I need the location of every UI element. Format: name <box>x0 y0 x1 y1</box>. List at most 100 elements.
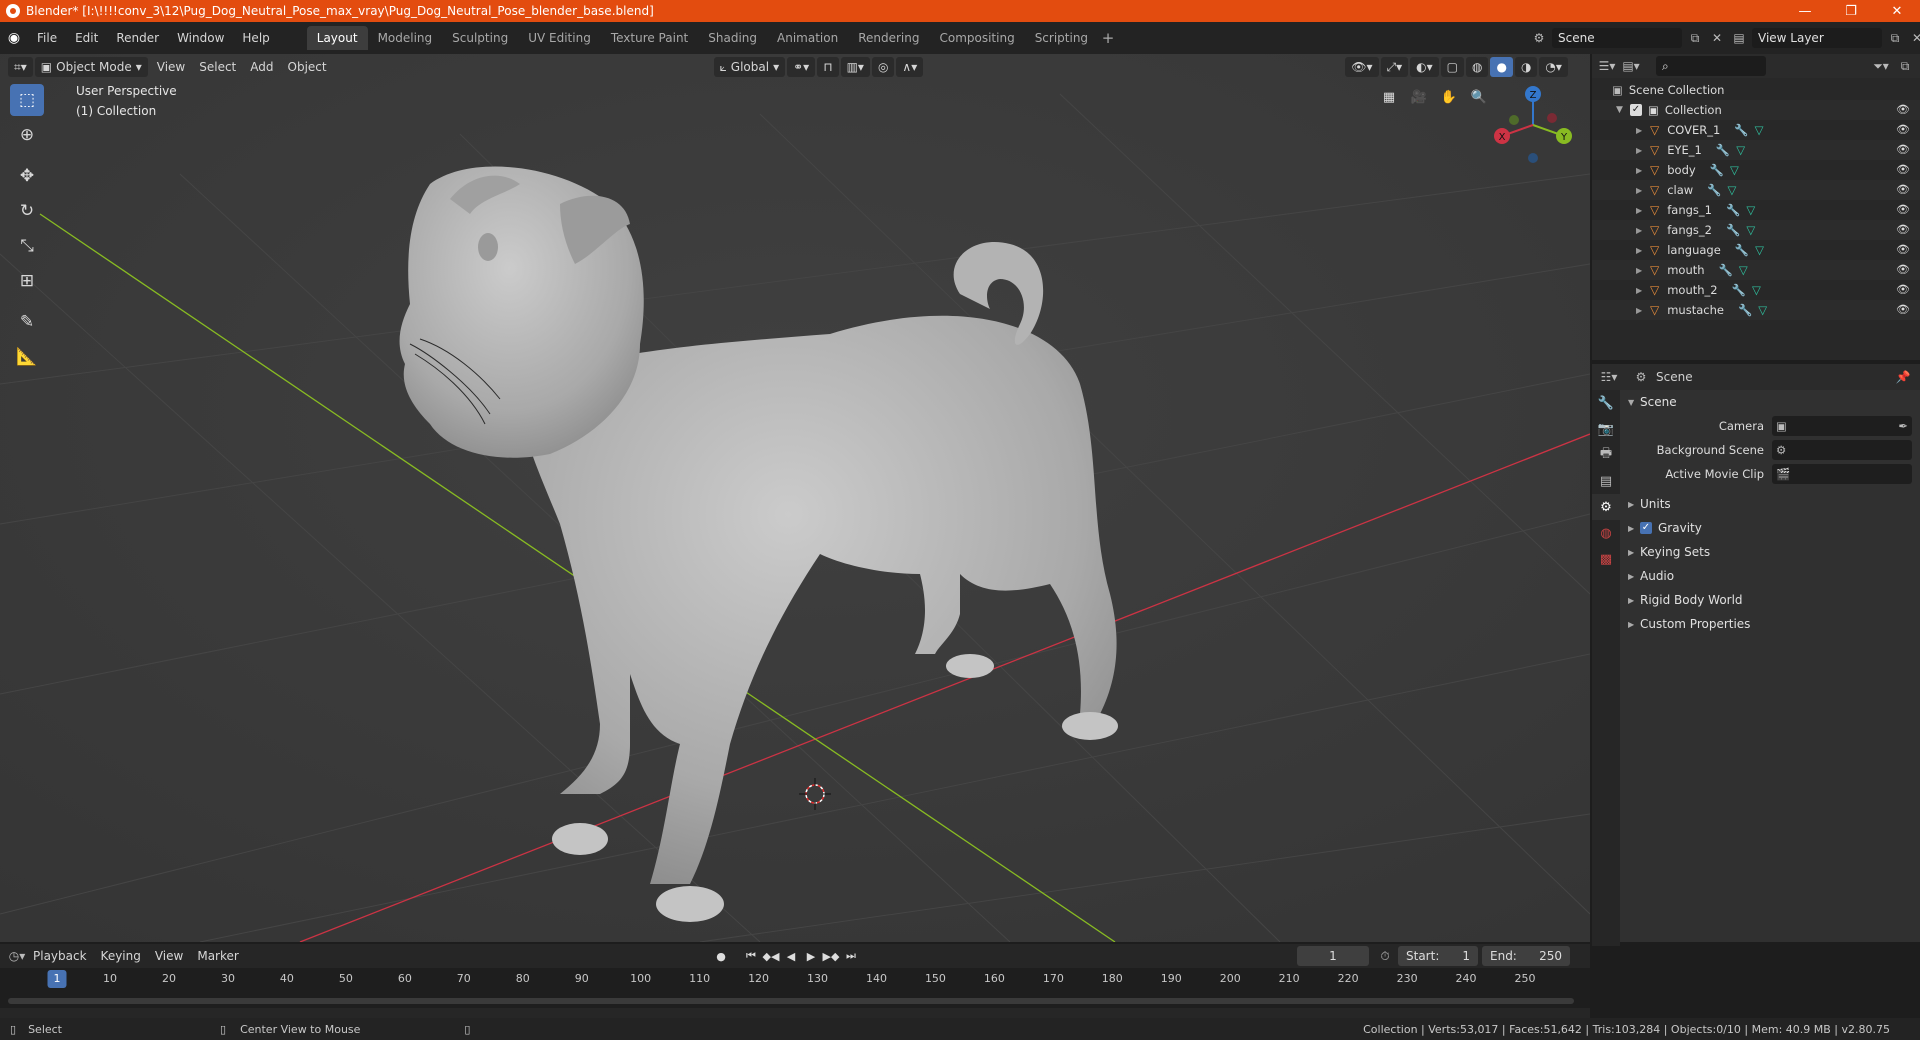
timeline-scrollbar[interactable] <box>8 998 1574 1004</box>
eyedropper-icon[interactable]: ✒ <box>1898 419 1908 433</box>
mesh-data-icon[interactable]: ▽ <box>1739 263 1748 277</box>
annotate-icon[interactable]: ✎ <box>10 306 44 338</box>
modifier-wrench-icon[interactable]: 🔧 <box>1738 303 1752 317</box>
overlays-icon[interactable]: ◐▾ <box>1410 57 1439 77</box>
menu-window[interactable]: Window <box>168 26 233 50</box>
mode-dropdown[interactable]: ▣ Object Mode ▾ <box>34 57 148 77</box>
collection-checkbox[interactable]: ✓ <box>1630 104 1642 116</box>
mesh-data-icon[interactable]: ▽ <box>1758 303 1767 317</box>
stopwatch-icon[interactable]: ⏱ <box>1376 947 1394 965</box>
tab-animation[interactable]: Animation <box>767 26 848 50</box>
modifier-wrench-icon[interactable]: 🔧 <box>1735 243 1749 257</box>
visibility-icon[interactable]: 👁▾ <box>1345 57 1379 77</box>
expand-arrow-icon[interactable]: ▶ <box>1636 306 1650 315</box>
audio-panel-header[interactable]: ▶ Audio <box>1622 564 1920 588</box>
menu-help[interactable]: Help <box>233 26 278 50</box>
background-scene-field[interactable]: ⚙ <box>1772 440 1912 460</box>
toggle-camera-view-icon[interactable]: ▦ <box>1376 84 1402 110</box>
outliner-item[interactable]: ▶ ▽ language 🔧 ▽ 👁 <box>1592 240 1920 260</box>
eye-icon[interactable]: 👁 <box>1896 283 1910 297</box>
remove-view-layer-icon[interactable]: ✕ <box>1908 29 1920 47</box>
scale-icon[interactable]: ⤡ <box>10 230 44 262</box>
expand-arrow-icon[interactable]: ▶ <box>1636 126 1650 135</box>
tab-texture-paint[interactable]: Texture Paint <box>601 26 698 50</box>
blender-menu-icon[interactable]: ◉ <box>0 30 28 46</box>
new-view-layer-icon[interactable]: ⧉ <box>1886 29 1904 47</box>
eye-icon[interactable]: 👁 <box>1896 183 1910 197</box>
move-icon[interactable]: ✥ <box>10 160 44 192</box>
menu-edit[interactable]: Edit <box>66 26 107 50</box>
tab-tool-icon[interactable]: 🔧 <box>1592 390 1620 416</box>
active-movie-clip-field[interactable]: 🎬 <box>1772 464 1912 484</box>
tab-view-layer-icon[interactable]: ▤ <box>1592 468 1620 494</box>
tab-render-icon[interactable]: 📷 <box>1592 416 1620 442</box>
camera-field[interactable]: ▣ ✒ <box>1772 416 1912 436</box>
viewport-menu-view[interactable]: View <box>150 60 192 74</box>
tab-modeling[interactable]: Modeling <box>368 26 443 50</box>
view-layer-field[interactable]: View Layer <box>1752 28 1882 48</box>
scene-panel-header[interactable]: ▼ Scene <box>1622 390 1920 414</box>
mesh-data-icon[interactable]: ▽ <box>1752 283 1761 297</box>
eye-icon[interactable]: 👁 <box>1896 303 1910 317</box>
timeline-menu-marker[interactable]: Marker <box>190 949 245 963</box>
current-frame-indicator[interactable]: 1 <box>47 970 67 988</box>
modifier-wrench-icon[interactable]: 🔧 <box>1716 143 1730 157</box>
modifier-wrench-icon[interactable]: 🔧 <box>1726 223 1740 237</box>
outliner-item[interactable]: ▶ ▽ claw 🔧 ▽ 👁 <box>1592 180 1920 200</box>
menu-file[interactable]: File <box>28 26 66 50</box>
tab-scripting[interactable]: Scripting <box>1025 26 1098 50</box>
cursor-icon[interactable]: ⊕ <box>10 119 44 151</box>
new-scene-icon[interactable]: ⧉ <box>1686 29 1704 47</box>
timeline-menu-playback[interactable]: Playback <box>26 949 94 963</box>
viewport-menu-add[interactable]: Add <box>243 60 280 74</box>
outliner-item[interactable]: ▶ ▽ EYE_1 🔧 ▽ 👁 <box>1592 140 1920 160</box>
eye-icon[interactable]: 👁 <box>1896 143 1910 157</box>
outliner-editor-icon[interactable]: ☰▾ <box>1598 57 1616 75</box>
tab-sculpting[interactable]: Sculpting <box>442 26 518 50</box>
properties-editor-icon[interactable]: ☷▾ <box>1600 368 1618 386</box>
jump-end-icon[interactable]: ⏭ <box>842 946 860 966</box>
falloff-icon[interactable]: ∧▾ <box>896 57 924 77</box>
pan-hand-icon[interactable]: ✋ <box>1436 84 1462 110</box>
expand-arrow-icon[interactable]: ▶ <box>1636 246 1650 255</box>
rigid-body-world-panel-header[interactable]: ▶ Rigid Body World <box>1622 588 1920 612</box>
snap-target-icon[interactable]: ▥▾ <box>840 57 870 77</box>
keying-sets-panel-header[interactable]: ▶ Keying Sets <box>1622 540 1920 564</box>
play-reverse-icon[interactable]: ◀ <box>782 946 800 966</box>
scene-name-field[interactable]: Scene <box>1552 28 1682 48</box>
modifier-wrench-icon[interactable]: 🔧 <box>1726 203 1740 217</box>
next-keyframe-icon[interactable]: ▶◆ <box>822 946 840 966</box>
outliner-item[interactable]: ▶ ▽ mouth 🔧 ▽ 👁 <box>1592 260 1920 280</box>
record-icon[interactable]: ● <box>712 946 730 966</box>
eye-icon[interactable]: 👁 <box>1896 123 1910 137</box>
menu-render[interactable]: Render <box>107 26 168 50</box>
mesh-data-icon[interactable]: ▽ <box>1730 163 1739 177</box>
expand-arrow-icon[interactable]: ▶ <box>1636 206 1650 215</box>
viewport-menu-select[interactable]: Select <box>192 60 243 74</box>
tab-uv-editing[interactable]: UV Editing <box>518 26 601 50</box>
tab-output-icon[interactable]: 🖶 <box>1592 442 1620 468</box>
restore-button[interactable]: ❐ <box>1828 0 1874 22</box>
neg-x-axis-handle[interactable] <box>1547 113 1557 123</box>
pivot-point-icon[interactable]: ⚭▾ <box>787 57 816 77</box>
tab-world-icon[interactable]: ◍ <box>1592 520 1620 546</box>
filter-icon[interactable]: ⏷▾ <box>1872 57 1890 75</box>
mesh-data-icon[interactable]: ▽ <box>1755 243 1764 257</box>
transform-icon[interactable]: ⊞ <box>10 265 44 297</box>
close-button[interactable]: ✕ <box>1874 0 1920 22</box>
expand-arrow-icon[interactable]: ▶ <box>1636 146 1650 155</box>
outliner-item[interactable]: ▶ ▽ fangs_1 🔧 ▽ 👁 <box>1592 200 1920 220</box>
proportional-edit-icon[interactable]: ◎ <box>871 57 895 77</box>
eye-icon[interactable]: 👁 <box>1896 223 1910 237</box>
rotate-icon[interactable]: ↻ <box>10 195 44 227</box>
outliner-item[interactable]: ▶ ▽ mustache 🔧 ▽ 👁 <box>1592 300 1920 320</box>
units-panel-header[interactable]: ▶ Units <box>1622 492 1920 516</box>
modifier-wrench-icon[interactable]: 🔧 <box>1710 163 1724 177</box>
neg-y-axis-handle[interactable] <box>1509 115 1519 125</box>
add-workspace-icon[interactable]: + <box>1098 29 1118 47</box>
gravity-panel-header[interactable]: ▶ ✓ Gravity <box>1622 516 1920 540</box>
start-frame-field[interactable]: Start: 1 <box>1398 946 1478 966</box>
eye-icon[interactable]: 👁 <box>1896 103 1910 117</box>
expand-arrow-icon[interactable]: ▼ <box>1616 105 1630 115</box>
timeline-menu-keying[interactable]: Keying <box>94 949 148 963</box>
